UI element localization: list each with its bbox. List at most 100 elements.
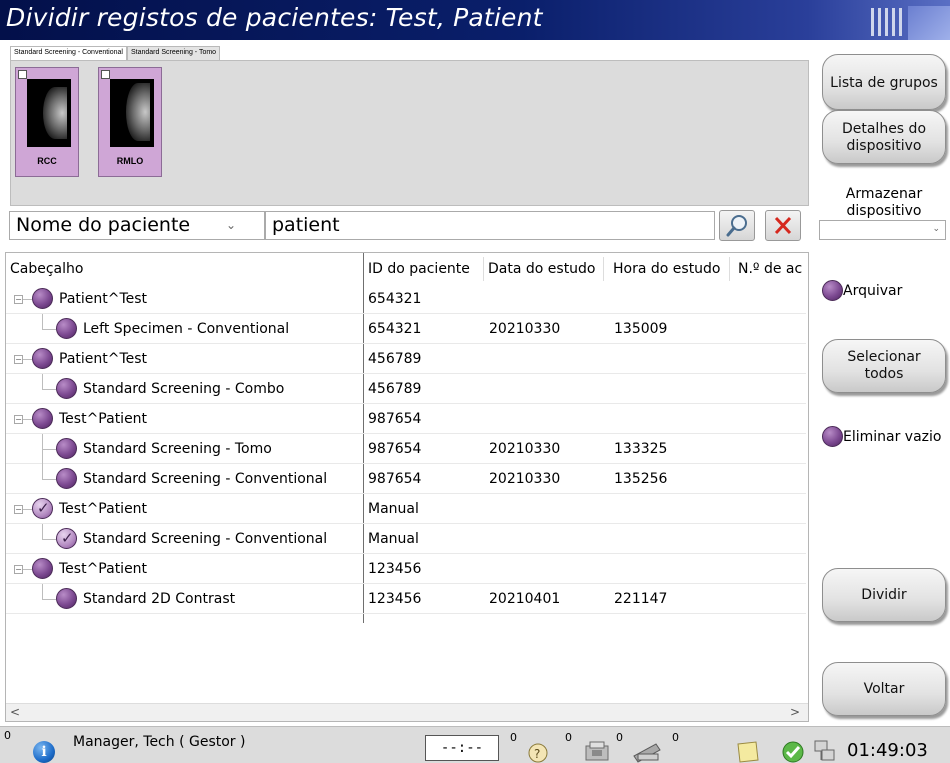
search-input[interactable]: patient xyxy=(265,211,715,240)
study-time-cell: 135009 xyxy=(614,321,668,337)
clock-box[interactable]: --:-- xyxy=(425,735,499,761)
column-header-study-time[interactable]: Hora do estudo xyxy=(609,253,727,283)
thumbnail-label: RMLO xyxy=(116,156,144,166)
alert-count: 0 xyxy=(4,729,11,742)
column-divider xyxy=(603,257,604,281)
back-button[interactable]: Voltar xyxy=(822,662,946,716)
patient-id-cell: 987654 xyxy=(368,471,422,487)
collapse-toggle-icon[interactable]: − xyxy=(14,505,23,514)
study-date-cell: 20210401 xyxy=(489,591,561,607)
title-bar: Dividir registos de pacientes: Test, Pat… xyxy=(0,0,950,40)
archive-radio[interactable] xyxy=(822,280,843,301)
table-row[interactable]: − Patient^Test 654321 xyxy=(6,284,806,314)
column-divider xyxy=(729,257,730,281)
storage-device-label: Armazenar dispositivo xyxy=(845,186,923,219)
printer-icon[interactable] xyxy=(630,740,664,763)
study-name: Standard 2D Contrast xyxy=(83,591,236,607)
storage-device-select[interactable]: ⌄ xyxy=(819,220,946,240)
tree-line xyxy=(42,329,56,330)
column-header-patient-id[interactable]: ID do paciente xyxy=(364,253,482,283)
patient-name: Patient^Test xyxy=(59,291,148,307)
patient-orb-icon[interactable] xyxy=(56,468,77,489)
table-row[interactable]: − Test^Patient Manual xyxy=(6,494,806,524)
delete-empty-radio[interactable] xyxy=(822,426,843,447)
count-4: 0 xyxy=(672,731,679,744)
patient-orb-icon[interactable] xyxy=(32,288,53,309)
horizontal-scrollbar[interactable]: < > xyxy=(6,703,808,721)
tab-conventional[interactable]: Standard Screening - Conventional xyxy=(10,46,127,60)
collapse-toggle-icon[interactable]: − xyxy=(14,565,23,574)
scroll-left-icon[interactable]: < xyxy=(10,705,20,719)
patient-orb-icon[interactable] xyxy=(32,558,53,579)
thumbnail-checkbox[interactable] xyxy=(18,70,27,79)
thumbnail-rcc[interactable]: RCC xyxy=(15,67,79,177)
collapse-toggle-icon[interactable]: − xyxy=(14,355,23,364)
study-date-cell: 20210330 xyxy=(489,471,561,487)
patient-orb-icon[interactable] xyxy=(56,588,77,609)
collapse-toggle-icon[interactable]: − xyxy=(14,415,23,424)
scroll-right-icon[interactable]: > xyxy=(790,705,800,719)
patient-orb-icon[interactable] xyxy=(56,318,77,339)
mammogram-image xyxy=(110,79,154,147)
checked-orb-icon[interactable] xyxy=(32,498,53,519)
tab-tomo[interactable]: Standard Screening - Tomo xyxy=(126,46,221,60)
tree-line xyxy=(23,299,32,300)
user-label[interactable]: Manager, Tech ( Gestor ) xyxy=(73,734,245,750)
delete-empty-label: Eliminar vazio xyxy=(843,429,942,445)
table-row[interactable]: Standard Screening - Combo 456789 xyxy=(6,374,806,404)
output-device-icon[interactable] xyxy=(580,740,614,763)
patient-id-cell: Manual xyxy=(368,531,419,547)
device-details-button[interactable]: Detalhes do dispositivo xyxy=(822,110,946,164)
table-row[interactable]: Standard 2D Contrast 123456 20210401 221147 xyxy=(6,584,806,614)
collapse-toggle-icon[interactable]: − xyxy=(14,295,23,304)
patient-id-cell: 654321 xyxy=(368,321,422,337)
column-divider xyxy=(483,257,484,281)
table-row[interactable]: Left Specimen - Conventional 654321 202103… xyxy=(6,314,806,344)
tree-line xyxy=(23,509,32,510)
info-icon[interactable]: i xyxy=(33,741,55,763)
svg-text:?: ? xyxy=(534,747,540,761)
table-row[interactable]: Standard Screening - Tomo 987654 20210330 1… xyxy=(6,434,806,464)
checked-orb-icon[interactable] xyxy=(56,528,77,549)
thumbnail-checkbox[interactable] xyxy=(101,70,110,79)
tree-line xyxy=(42,464,43,480)
select-all-button[interactable]: Selecionar todos xyxy=(822,339,946,393)
tree-line xyxy=(42,374,43,390)
table-row[interactable]: − Patient^Test 456789 xyxy=(6,344,806,374)
tree-line xyxy=(42,584,43,600)
patient-orb-icon[interactable] xyxy=(32,408,53,429)
column-header-accession[interactable]: N.º de ac xyxy=(734,253,808,283)
table-row[interactable]: Standard Screening - Conventional 987654 2… xyxy=(6,464,806,494)
network-icon[interactable] xyxy=(812,738,838,763)
split-button[interactable]: Dividir xyxy=(822,568,946,622)
table-row[interactable]: − Test^Patient 123456 xyxy=(6,554,806,584)
tree-line xyxy=(42,524,43,540)
search-button[interactable] xyxy=(719,210,755,241)
patient-id-cell: 123456 xyxy=(368,561,422,577)
tab-bar: Standard Screening - Conventional Standa… xyxy=(10,46,221,60)
table-row[interactable]: Standard Screening - Conventional Manual xyxy=(6,524,806,554)
column-header-heading[interactable]: Cabeçalho xyxy=(6,253,364,283)
patient-orb-icon[interactable] xyxy=(32,348,53,369)
tree-line xyxy=(42,599,56,600)
status-ok-icon[interactable] xyxy=(781,740,805,763)
study-time-cell: 135256 xyxy=(614,471,668,487)
notes-icon[interactable] xyxy=(734,740,762,763)
search-type-select[interactable]: Nome do paciente ⌄ xyxy=(9,211,265,240)
archive-label: Arquivar xyxy=(843,283,903,299)
close-icon xyxy=(774,216,792,235)
mammogram-image xyxy=(27,79,71,147)
study-name: Standard Screening - Combo xyxy=(83,381,285,397)
patient-orb-icon[interactable] xyxy=(56,438,77,459)
table-row[interactable]: − Test^Patient 987654 xyxy=(6,404,806,434)
help-icon[interactable]: ? xyxy=(525,742,551,763)
patient-name: Test^Patient xyxy=(59,501,148,517)
group-list-button[interactable]: Lista de grupos xyxy=(822,54,946,110)
window-title: Dividir registos de pacientes: Test, Pat… xyxy=(6,3,543,32)
column-header-study-date[interactable]: Data do estudo xyxy=(484,253,602,283)
clear-search-button[interactable] xyxy=(765,210,801,241)
patient-orb-icon[interactable] xyxy=(56,378,77,399)
patient-name: Test^Patient xyxy=(59,411,148,427)
study-date-cell: 20210330 xyxy=(489,441,561,457)
thumbnail-rmlo[interactable]: RMLO xyxy=(98,67,162,177)
